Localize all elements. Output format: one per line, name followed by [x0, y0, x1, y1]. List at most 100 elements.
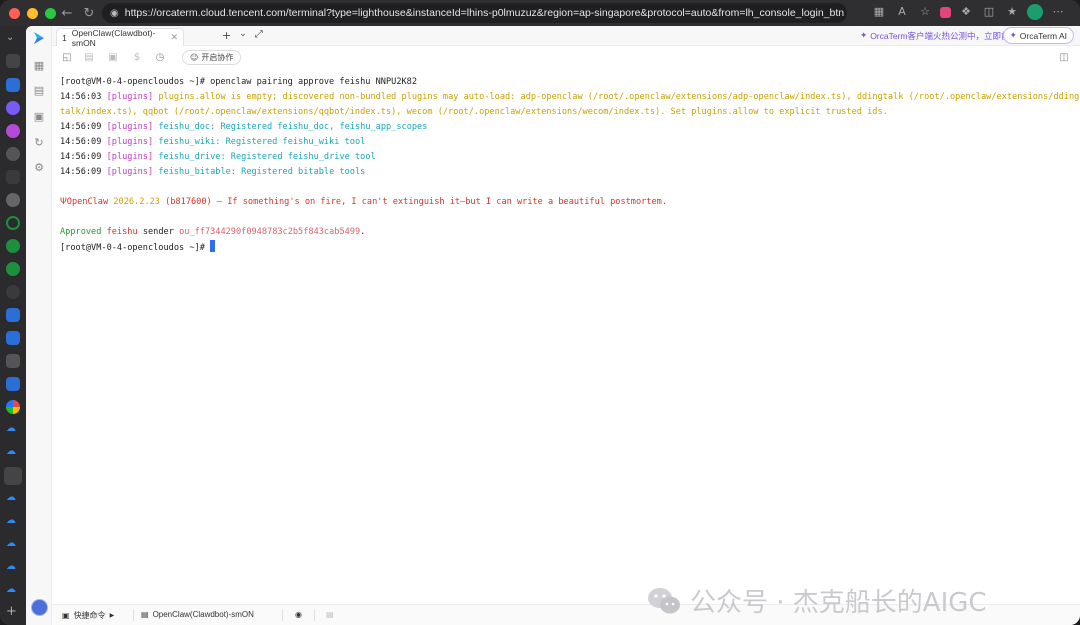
terminal-toolbar: ◱ ▤ ▣ $ ◷ ☺ 开启协作 ◫ ▤ — [52, 47, 1080, 69]
keyboard-icon[interactable]: ▤ — [326, 610, 334, 619]
terminal-tab-bar: 1 OpenClaw(Clawdbot)-smON ✕ + ⌄ ⤢ ✦ Orca… — [52, 26, 1080, 48]
save-disk-icon[interactable]: ▣ — [32, 110, 46, 124]
tab-favicon-icon[interactable] — [6, 377, 20, 391]
log-line: 14:56:09 [plugins] feishu_doc: Registere… — [60, 120, 427, 135]
new-tab-plus-icon[interactable]: + — [6, 604, 20, 619]
cloud-icon[interactable]: ☁ — [6, 492, 20, 506]
tab-favicon-icon[interactable] — [6, 308, 20, 322]
tab-favicon-icon[interactable] — [6, 78, 20, 92]
favorites-icon[interactable]: ★ — [1004, 4, 1020, 20]
status-divider — [282, 609, 283, 621]
user-avatar[interactable] — [31, 599, 48, 616]
approved-period: . — [360, 227, 366, 237]
tab-favicon-icon[interactable] — [6, 354, 20, 368]
grid-icon[interactable]: ▦ — [871, 4, 887, 20]
tab-favicon-icon[interactable] — [6, 285, 20, 299]
tab-favicon-icon[interactable] — [6, 54, 20, 68]
log-line: 14:56:09 [plugins] feishu_wiki: Register… — [60, 135, 365, 150]
profile-icon[interactable] — [1027, 4, 1043, 20]
more-icon[interactable]: ⋯ — [1050, 4, 1066, 20]
orcaterm-app: ▦ ▤ ▣ ↻ ⚙ 1 OpenClaw(Clawdbot)-smON ✕ + … — [26, 26, 1080, 625]
read-aloud-icon[interactable]: A — [894, 4, 910, 20]
session-icon: ▤ — [141, 610, 149, 619]
command-text: openclaw pairing approve feishu NNPU2K82 — [210, 77, 418, 87]
dollar-icon[interactable]: $ — [131, 52, 143, 63]
folder-icon[interactable]: ◱ — [61, 52, 73, 63]
terminal-cursor — [210, 240, 216, 252]
split-screen-icon[interactable]: ◫ — [981, 4, 997, 20]
server-list-icon[interactable]: ▤ — [32, 84, 46, 98]
browser-vertical-tabs: ⌄ ☁ ☁ ☁ ☁ ☁ ☁ ☁ + — [0, 26, 26, 625]
tab-favicon-icon[interactable] — [6, 239, 20, 253]
tab-favicon-icon[interactable] — [6, 170, 20, 184]
tab-actions: + ⌄ ⤢ — [222, 29, 263, 42]
extensions-puzzle-icon[interactable]: ❖ — [958, 4, 974, 20]
reload-icon[interactable]: ↻ — [78, 6, 100, 21]
lobster-icon: Ψ — [60, 197, 67, 207]
log-time: 14:56:09 — [60, 167, 102, 177]
tab-index: 1 — [62, 32, 67, 43]
ai-button-label: OrcaTerm AI — [1019, 30, 1067, 41]
history-icon[interactable]: ◷ — [154, 52, 166, 63]
cloud-icon[interactable]: ☁ — [6, 446, 20, 460]
dashboard-grid-icon[interactable]: ▦ — [32, 59, 46, 73]
tab-favicon-icon[interactable] — [6, 101, 20, 115]
ai-sparkle-icon: ✦ — [1009, 30, 1017, 41]
sync-icon[interactable]: ↻ — [32, 136, 46, 150]
address-bar[interactable]: ◉ https://orcaterm.cloud.tencent.com/ter… — [102, 3, 847, 23]
cloud-icon[interactable]: ☁ — [6, 515, 20, 529]
terminal-tab[interactable]: 1 OpenClaw(Clawdbot)-smON ✕ — [56, 28, 184, 48]
banner-tagline: — If something's on fire, I can't exting… — [216, 197, 668, 207]
back-icon[interactable]: ← — [56, 6, 78, 21]
add-user-icon: ☺ — [190, 53, 199, 62]
log-message: feishu_drive: Registered feishu_drive to… — [158, 152, 376, 162]
orcaterm-ai-button[interactable]: ✦ OrcaTerm AI — [1002, 27, 1074, 44]
add-tab-icon[interactable]: + — [222, 29, 231, 42]
site-info-icon[interactable]: ◉ — [110, 8, 119, 19]
status-divider — [133, 609, 134, 621]
cloud-icon[interactable]: ☁ — [6, 584, 20, 598]
globe-icon[interactable]: ◉ — [295, 610, 302, 619]
active-tab-terminal-icon[interactable] — [4, 467, 22, 485]
cloud-icon[interactable]: ☁ — [6, 561, 20, 575]
url-text: https://orcaterm.cloud.tencent.com/termi… — [124, 7, 845, 19]
client-promo-link[interactable]: ✦ OrcaTerm客户端火热公测中，立即前往 — [860, 30, 1018, 42]
log-message: feishu_bitable: Registered bitable tools — [158, 167, 366, 177]
tab-favicon-icon[interactable] — [6, 262, 20, 276]
orcaterm-logo-icon — [34, 32, 44, 44]
enable-collaboration-button[interactable]: ☺ 开启协作 — [182, 50, 242, 65]
tab-favicon-icon[interactable] — [6, 331, 20, 345]
fullscreen-icon[interactable]: ⤢ — [255, 29, 263, 42]
tab-favicon-icon[interactable] — [6, 216, 20, 230]
transfer-icon[interactable]: ▤ — [83, 52, 95, 63]
split-vertical-icon[interactable]: ◫ — [1058, 52, 1070, 63]
chevron-down-icon[interactable]: ⌄ — [6, 32, 20, 46]
log-tag: [plugins] — [106, 92, 154, 102]
tab-dropdown-chevron-icon[interactable]: ⌄ — [239, 29, 247, 42]
tab-favicon-icon[interactable] — [6, 400, 20, 414]
log-line: 14:56:09 [plugins] feishu_drive: Registe… — [60, 150, 376, 165]
terminal-output[interactable]: [root@VM-0-4-opencloudos ~]# openclaw pa… — [52, 69, 1080, 604]
quick-commands-button[interactable]: ▣ 快捷命令 ▶ — [62, 610, 114, 621]
cloud-icon[interactable]: ☁ — [6, 538, 20, 552]
approved-channel: feishu — [106, 227, 138, 237]
approved-sender-word: sender — [142, 227, 174, 237]
cloud-icon[interactable]: ☁ — [6, 423, 20, 437]
extension-red-icon[interactable] — [940, 6, 951, 18]
log-time: 14:56:09 — [60, 137, 102, 147]
browser-actions: ▦ A ☆ ❖ ◫ ★ ⋯ — [871, 4, 1066, 20]
plugin-puzzle-icon[interactable]: ⚙ — [32, 161, 46, 175]
session-indicator[interactable]: ▤ OpenClaw(Clawdbot)-smON — [141, 610, 254, 619]
image-icon[interactable]: ▣ — [107, 52, 119, 63]
maximize-window-button[interactable] — [45, 7, 56, 19]
watermark-text: 公众号 · 杰克船长的AIGC — [690, 588, 987, 618]
quick-commands-label: 快捷命令 — [73, 611, 106, 620]
tab-favicon-icon[interactable] — [6, 193, 20, 207]
close-tab-icon[interactable]: ✕ — [170, 33, 178, 43]
close-window-button[interactable] — [9, 7, 20, 19]
tab-favicon-icon[interactable] — [6, 124, 20, 138]
favorite-star-icon[interactable]: ☆ — [917, 4, 933, 20]
tab-favicon-icon[interactable] — [6, 147, 20, 161]
minimize-window-button[interactable] — [27, 7, 38, 19]
wechat-watermark: 公众号 · 杰克船长的AIGC — [646, 582, 987, 619]
